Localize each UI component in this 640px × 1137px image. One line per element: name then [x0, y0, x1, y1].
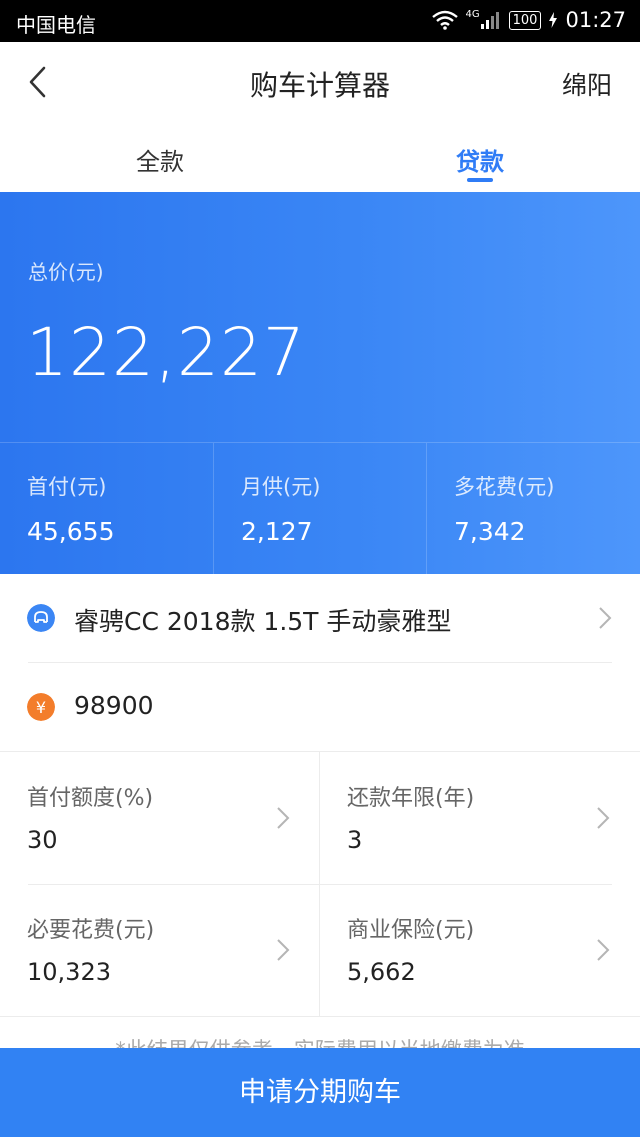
param-label: 首付额度(%) — [27, 786, 154, 811]
down-payment-stat: 首付(元) 45,655 — [0, 443, 213, 575]
car-brand-icon — [27, 604, 55, 632]
status-icons: 4G 100 01:27 — [431, 8, 626, 32]
svg-text:¥: ¥ — [36, 698, 46, 717]
carrier-name: 中国电信 — [16, 13, 96, 37]
payment-tabs: 全款 贷款 — [0, 122, 640, 192]
chevron-right-icon — [597, 939, 610, 961]
status-bar: 中国电信 4G 100 01:27 — [0, 0, 640, 42]
stat-value: 45,655 — [27, 517, 115, 546]
tab-loan[interactable]: 贷款 — [400, 142, 560, 177]
stat-value: 2,127 — [241, 517, 313, 546]
page-title: 购车计算器 — [249, 69, 390, 102]
total-price-value: 122,227 — [26, 314, 306, 391]
network-type: 4G — [465, 8, 480, 20]
clock: 01:27 — [565, 8, 626, 32]
total-price-label: 总价(元) — [28, 260, 104, 284]
car-price-row: ¥ 98900 — [0, 663, 640, 751]
signal-icon: 4G — [465, 8, 501, 29]
nav-header: 购车计算器 绵阳 — [0, 42, 640, 122]
summary-panel: 总价(元) 122,227 首付(元) 45,655 月供(元) 2,127 多… — [0, 192, 640, 575]
summary-stats: 首付(元) 45,655 月供(元) 2,127 多花费(元) 7,342 — [0, 442, 640, 575]
charging-icon — [549, 12, 558, 28]
car-model-row[interactable]: 睿骋CC 2018款 1.5T 手动豪雅型 — [0, 574, 640, 662]
stat-label: 首付(元) — [27, 475, 107, 499]
battery-level: 100 — [512, 12, 538, 28]
param-value: 10,323 — [27, 958, 111, 986]
stat-value: 7,342 — [454, 517, 526, 546]
param-value: 5,662 — [347, 958, 416, 986]
divider — [28, 884, 612, 885]
stat-label: 月供(元) — [241, 475, 321, 499]
wifi-icon — [431, 10, 458, 30]
chevron-right-icon — [277, 939, 290, 961]
commercial-insurance-cell[interactable]: 商业保险(元) 5,662 — [320, 884, 640, 1016]
active-tab-indicator — [467, 178, 493, 182]
divider — [0, 1016, 640, 1017]
battery-icon: 100 — [508, 10, 542, 30]
chevron-right-icon — [599, 607, 612, 629]
param-value: 30 — [27, 826, 58, 854]
chevron-right-icon — [597, 807, 610, 829]
extra-cost-stat: 多花费(元) 7,342 — [426, 443, 640, 575]
monthly-payment-stat: 月供(元) 2,127 — [213, 443, 427, 575]
param-value: 3 — [347, 826, 363, 854]
chevron-right-icon — [277, 807, 290, 829]
tab-full-payment[interactable]: 全款 — [80, 142, 240, 177]
loan-term-cell[interactable]: 还款年限(年) 3 — [320, 752, 640, 884]
param-label: 必要花费(元) — [27, 918, 155, 943]
param-label: 商业保险(元) — [347, 918, 475, 943]
param-label: 还款年限(年) — [347, 786, 475, 811]
stat-label: 多花费(元) — [454, 475, 555, 499]
necessary-cost-cell[interactable]: 必要花费(元) 10,323 — [0, 884, 320, 1016]
car-model-name: 睿骋CC 2018款 1.5T 手动豪雅型 — [74, 607, 452, 636]
apply-installment-button[interactable]: 申请分期购车 — [0, 1048, 640, 1137]
city-selector[interactable]: 绵阳 — [562, 66, 612, 102]
car-price-value: 98900 — [74, 691, 154, 720]
down-payment-ratio-cell[interactable]: 首付额度(%) 30 — [0, 752, 320, 884]
yuan-icon: ¥ — [27, 693, 55, 721]
